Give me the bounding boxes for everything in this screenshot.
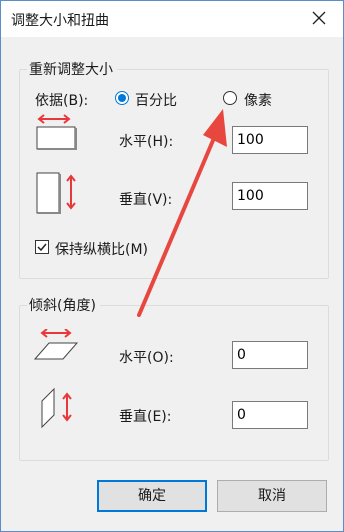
resize-vertical-input[interactable]	[232, 182, 308, 210]
close-icon	[312, 11, 326, 25]
skew-vertical-input[interactable]	[232, 401, 308, 429]
skew-horizontal-icon	[33, 329, 79, 360]
dialog-title: 调整大小和扭曲	[11, 13, 109, 29]
title-bar: 调整大小和扭曲	[1, 1, 343, 37]
skew-horizontal-label: 水平(O):	[119, 350, 174, 366]
resize-skew-dialog: 调整大小和扭曲 重新调整大小 依据(B): 百分比 像素 水平(H): 垂直(V…	[0, 0, 344, 532]
checkmark-icon	[37, 243, 47, 252]
pixels-label[interactable]: 像素	[244, 90, 272, 110]
keep-aspect-ratio-checkbox[interactable]	[35, 240, 49, 254]
skew-group-title: 倾斜(角度)	[27, 295, 100, 315]
cancel-button[interactable]: 取消	[217, 480, 327, 512]
close-button[interactable]	[303, 3, 337, 35]
skew-horizontal-input[interactable]	[232, 341, 308, 369]
resize-group-title: 重新调整大小	[27, 59, 117, 79]
resize-vertical-icon	[36, 172, 76, 214]
skew-vertical-label: 垂直(E):	[119, 409, 172, 425]
ok-button[interactable]: 确定	[97, 480, 207, 512]
basis-label: 依据(B):	[35, 93, 89, 109]
resize-horizontal-icon	[36, 114, 77, 150]
skew-vertical-icon	[41, 387, 72, 429]
resize-horizontal-input[interactable]	[232, 126, 308, 154]
annotation-arrow-icon	[137, 109, 227, 317]
percentage-radio[interactable]	[115, 91, 129, 105]
